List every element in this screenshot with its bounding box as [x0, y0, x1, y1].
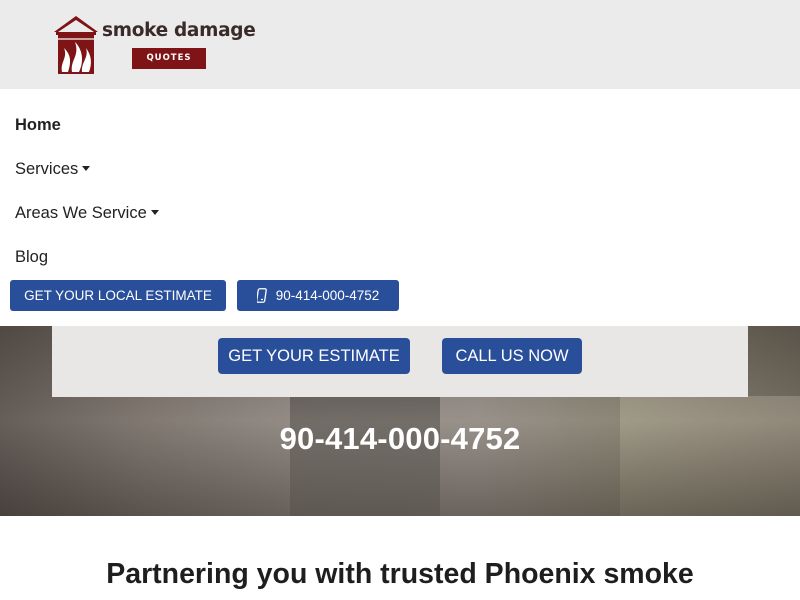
nav-item-home[interactable]: Home	[15, 116, 61, 135]
phone-button-label: 90-414-000-4752	[275, 288, 380, 303]
site-logo[interactable]: smoke damage QUOTES	[52, 14, 256, 74]
main-nav: Home Services Areas We Service Blog GET …	[0, 89, 800, 326]
hero-cta-panel: GET YOUR ESTIMATE CALL US NOW	[52, 326, 748, 397]
site-header: smoke damage QUOTES	[0, 0, 800, 89]
nav-item-services[interactable]: Services	[15, 160, 91, 179]
call-us-now-label: CALL US NOW	[455, 346, 569, 365]
get-estimate-button[interactable]: GET YOUR ESTIMATE	[218, 338, 410, 374]
house-flame-logo-icon	[54, 16, 98, 74]
nav-item-label: Home	[15, 116, 61, 134]
page-tagline: Partnering you with trusted Phoenix smok…	[106, 558, 694, 590]
mobile-phone-icon	[256, 288, 267, 303]
phone-button[interactable]: 90-414-000-4752	[237, 280, 399, 311]
nav-item-label: Areas We Service	[15, 204, 147, 222]
nav-item-label: Blog	[15, 248, 49, 266]
logo-badge: QUOTES	[132, 48, 206, 69]
get-estimate-label: GET YOUR ESTIMATE	[228, 346, 400, 365]
logo-wordmark: smoke damage	[102, 20, 256, 41]
local-estimate-button[interactable]: GET YOUR LOCAL ESTIMATE	[10, 280, 226, 311]
caret-down-icon	[150, 210, 159, 215]
local-estimate-label: GET YOUR LOCAL ESTIMATE	[24, 288, 212, 303]
hero-phone-number[interactable]: 90-414-000-4752	[0, 421, 800, 457]
nav-item-blog[interactable]: Blog	[15, 248, 48, 267]
caret-down-icon	[82, 166, 91, 171]
nav-item-label: Services	[15, 160, 79, 178]
nav-item-areas-we-service[interactable]: Areas We Service	[15, 204, 159, 223]
hero-section: GET YOUR ESTIMATE CALL US NOW 90-414-000…	[0, 326, 800, 516]
call-us-now-button[interactable]: CALL US NOW	[442, 338, 582, 374]
